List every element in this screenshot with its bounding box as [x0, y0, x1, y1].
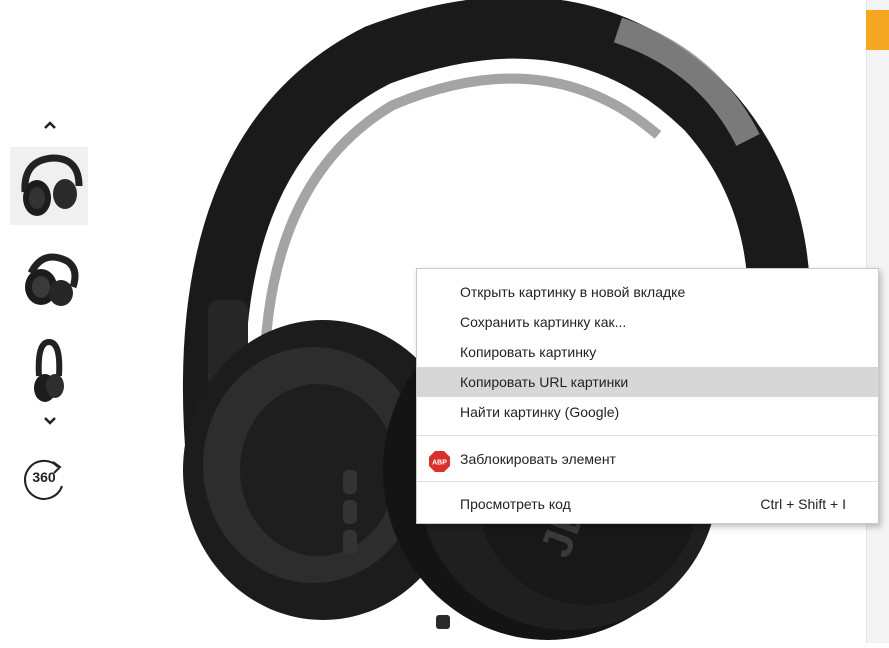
menu-item-inspect[interactable]: Просмотреть код Ctrl + Shift + I — [417, 489, 878, 519]
menu-item-open-image-new-tab[interactable]: Открыть картинку в новой вкладке — [417, 277, 878, 307]
gallery-down-button[interactable] — [38, 411, 62, 431]
thumbnail-headphones-side[interactable] — [10, 333, 88, 411]
menu-item-label: Открыть картинку в новой вкладке — [460, 284, 686, 300]
menu-item-label: Сохранить картинку как... — [460, 314, 627, 330]
menu-item-label: Копировать URL картинки — [460, 374, 629, 390]
thumbnail-gallery: 360 — [8, 115, 90, 505]
view-360-label: 360 — [32, 469, 56, 485]
menu-item-label: Заблокировать элемент — [460, 451, 616, 467]
gallery-up-button[interactable] — [38, 115, 62, 135]
thumbnail-headphones-front[interactable] — [10, 147, 88, 225]
menu-item-copy-image-url[interactable]: Копировать URL картинки — [417, 367, 878, 397]
adblock-icon-text: ABP — [432, 460, 447, 467]
menu-separator — [417, 435, 878, 436]
menu-item-label: Найти картинку (Google) — [460, 404, 620, 420]
menu-item-block-element[interactable]: ABP Заблокировать элемент — [417, 444, 878, 474]
headphones-front-thumbnail — [21, 154, 83, 216]
menu-item-save-image-as[interactable]: Сохранить картинку как... — [417, 307, 878, 337]
menu-separator — [417, 481, 878, 482]
menu-item-copy-image[interactable]: Копировать картинку — [417, 337, 878, 367]
menu-item-label: Просмотреть код — [460, 496, 571, 512]
adblock-plus-icon: ABP — [429, 451, 450, 472]
chevron-up-icon — [44, 121, 56, 129]
view-360-button[interactable]: 360 — [22, 458, 72, 502]
headphones-side-thumbnail — [34, 338, 64, 402]
context-menu: Открыть картинку в новой вкладке Сохрани… — [416, 268, 879, 524]
menu-item-label: Копировать картинку — [460, 344, 597, 360]
thumbnail-headphones-folded[interactable] — [10, 240, 88, 318]
menu-item-search-image-google[interactable]: Найти картинку (Google) — [417, 397, 878, 427]
headphones-folded-thumbnail — [25, 253, 79, 306]
chevron-down-icon — [44, 417, 56, 425]
shortcut-label: Ctrl + Shift + I — [760, 496, 846, 512]
